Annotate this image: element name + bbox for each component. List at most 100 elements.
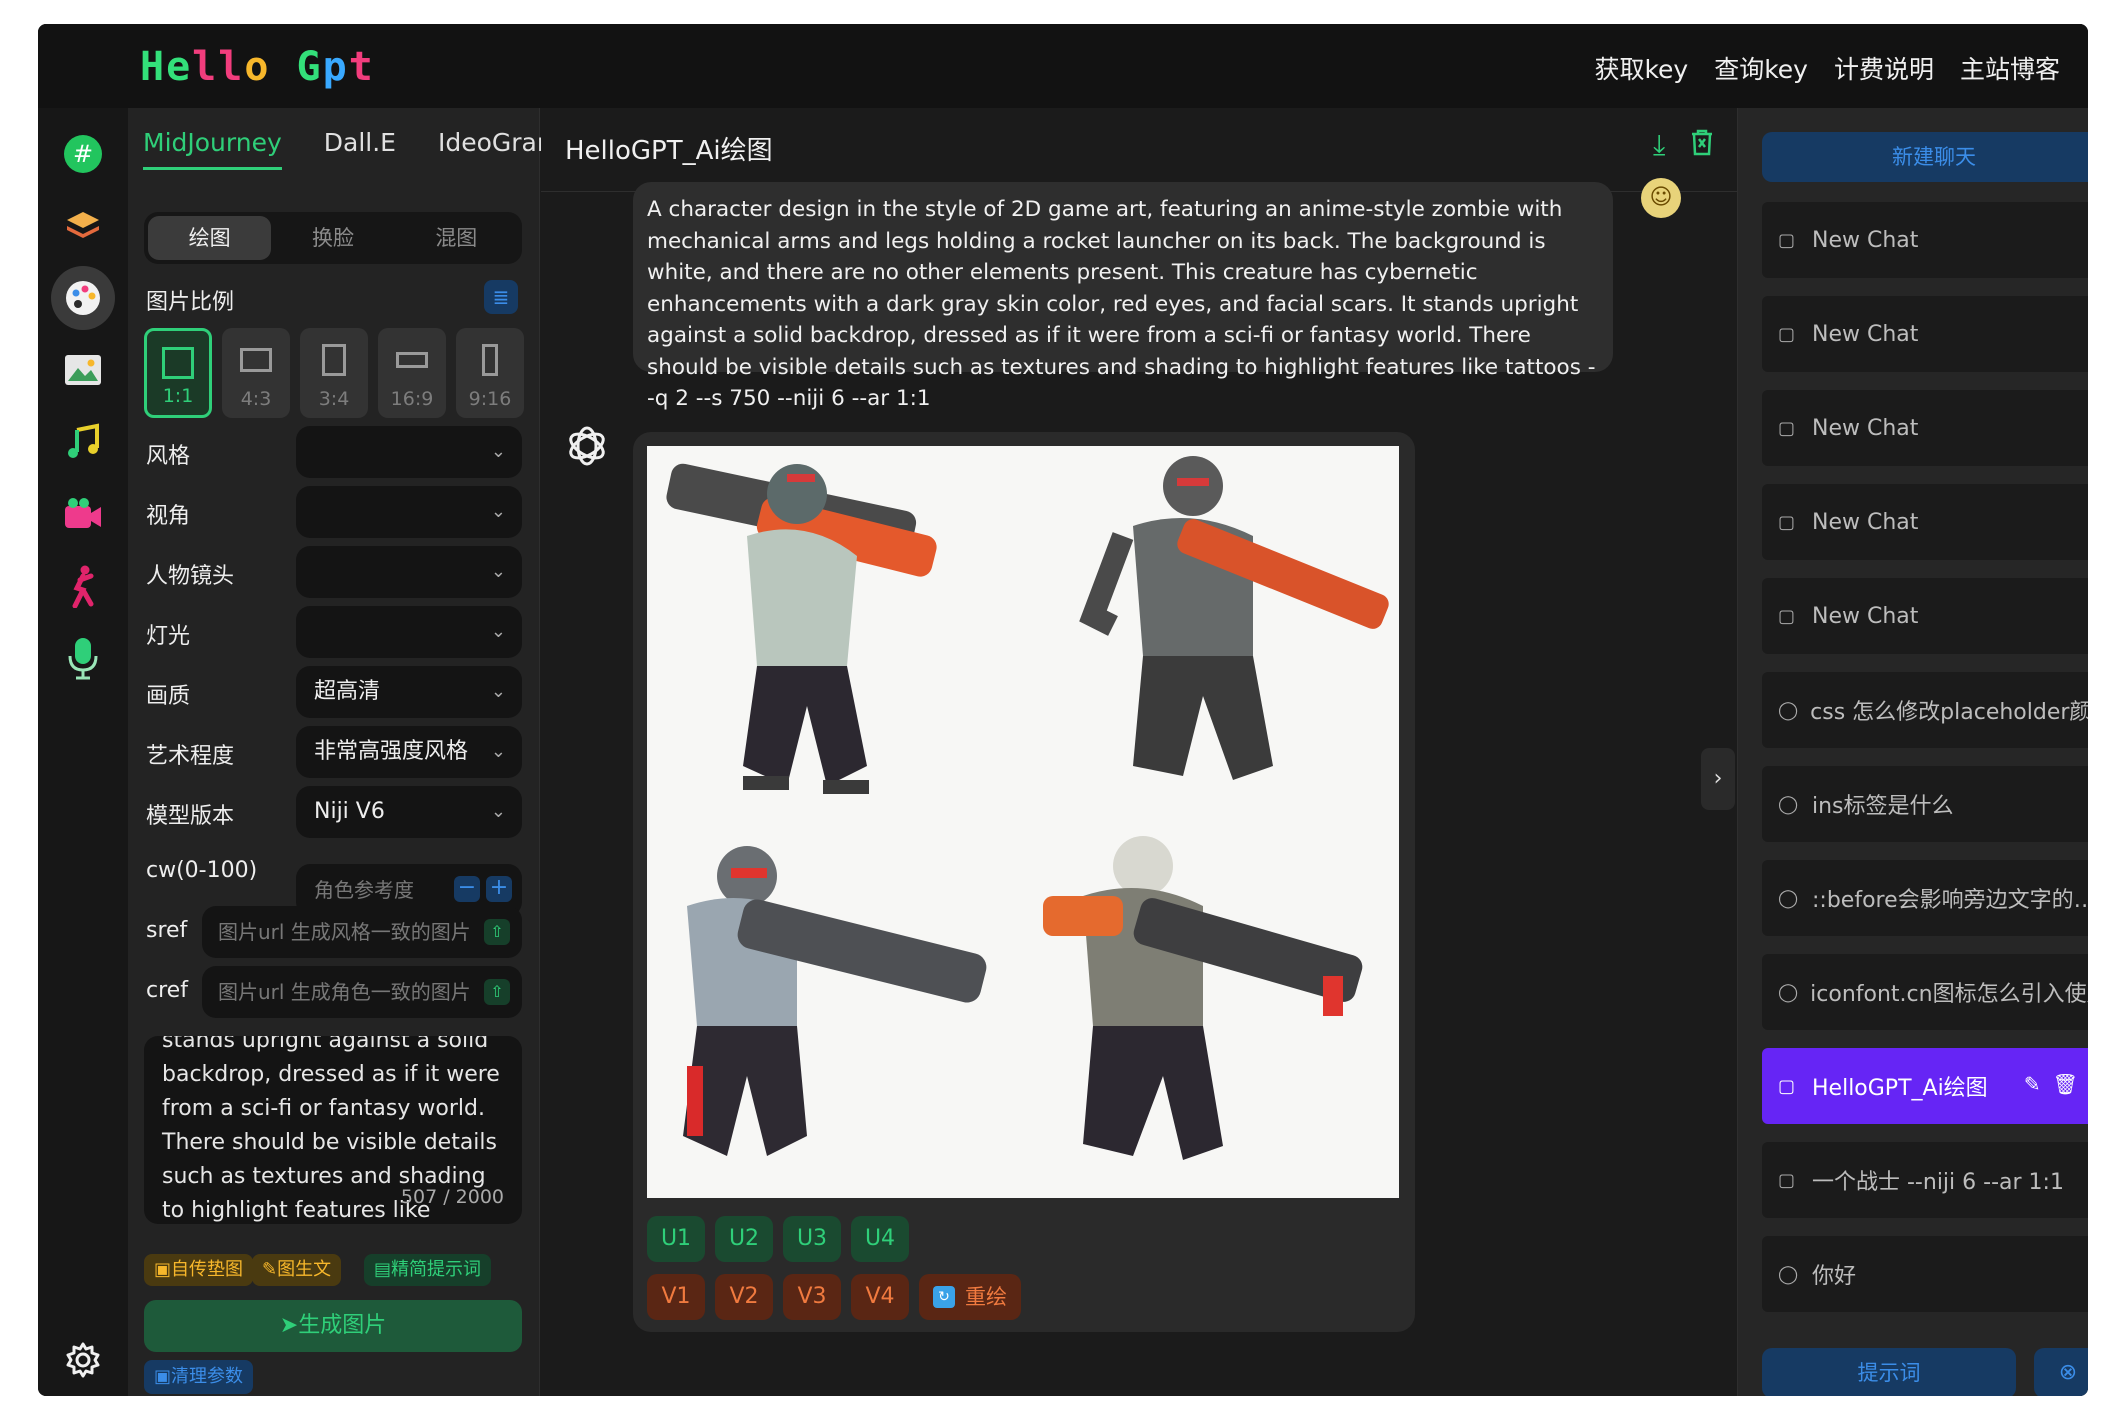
- light-select[interactable]: ⌄: [296, 606, 522, 658]
- chat-bubble-icon: ◯: [1778, 793, 1799, 815]
- image-to-text-button[interactable]: ✎图生文: [252, 1254, 342, 1286]
- ratio-4-3[interactable]: 4:3: [222, 328, 290, 418]
- mode-blend[interactable]: 混图: [395, 216, 518, 260]
- sref-label: sref: [146, 918, 188, 943]
- edit-icon[interactable]: ✎: [2024, 1072, 2053, 1096]
- chevron-down-icon: ⌄: [490, 801, 506, 822]
- chevron-right-icon[interactable]: ›: [1701, 748, 1735, 810]
- music-icon[interactable]: [51, 410, 115, 474]
- generated-image-4[interactable]: [1023, 826, 1399, 1206]
- sref-input[interactable]: 图片url 生成风格一致的图片 ⇧: [202, 906, 522, 958]
- chat-list-item[interactable]: ◯::before会影响旁边文字的…: [1762, 860, 2088, 936]
- prompt-hint-button[interactable]: 提示词: [1762, 1348, 2016, 1396]
- quality-select[interactable]: 超高清 ⌄: [296, 666, 522, 718]
- chat-list-item[interactable]: ▢ New Chat: [1762, 578, 2088, 654]
- download-icon[interactable]: ⤓: [1653, 128, 1665, 162]
- chat-list-item[interactable]: ▢ New Chat: [1762, 484, 2088, 560]
- version-select[interactable]: Niji V6 ⌄: [296, 786, 522, 838]
- art-select[interactable]: 非常高强度风格 ⌄: [296, 726, 522, 778]
- chat-header: HelloGPT_Ai绘图 ⤓: [541, 108, 1737, 192]
- u2-button[interactable]: U2: [715, 1216, 773, 1262]
- prompt-char-count: 507 / 2000: [400, 1186, 504, 1208]
- dancer-icon[interactable]: [51, 554, 115, 618]
- chat-list-item[interactable]: ▢ 一个战士 --niji 6 --ar 1:1: [1762, 1142, 2088, 1218]
- v1-button[interactable]: V1: [647, 1274, 705, 1320]
- generated-image-grid[interactable]: [647, 446, 1399, 1198]
- variation-buttons: V1 V2 V3 V4 ↻ 重绘: [647, 1274, 1021, 1320]
- simplify-prompt-button[interactable]: ▤精简提示词: [364, 1254, 492, 1286]
- upscale-buttons: U1 U2 U3 U4: [647, 1216, 909, 1262]
- upload-icon[interactable]: ⇧: [484, 919, 510, 945]
- v4-button[interactable]: V4: [851, 1274, 909, 1320]
- mode-draw[interactable]: 绘图: [148, 216, 272, 260]
- ratio-1-1[interactable]: 1:1: [144, 328, 212, 418]
- chat-list-item[interactable]: ▢ New Chat: [1762, 202, 2088, 278]
- ratio-label: 图片比例: [146, 290, 235, 315]
- ratio-9-16[interactable]: 9:16: [456, 328, 524, 418]
- generated-image-2[interactable]: [1023, 446, 1399, 826]
- view-select[interactable]: ⌄: [296, 486, 522, 538]
- nav-get-key[interactable]: 获取key: [1594, 50, 1688, 86]
- mode-faceswap[interactable]: 换脸: [271, 216, 394, 260]
- chat-list-item[interactable]: ◯ iconfont.cn图标怎么引入使用: [1762, 954, 2088, 1030]
- prompt-textarea[interactable]: stands upright against a solid backdrop,…: [144, 1036, 522, 1224]
- u1-button[interactable]: U1: [647, 1216, 705, 1262]
- new-chat-button[interactable]: 新建聊天: [1762, 132, 2088, 182]
- chat-box-icon: ▢: [1778, 417, 1796, 439]
- delete-icon[interactable]: [1689, 128, 1715, 163]
- redraw-button[interactable]: ↻ 重绘: [919, 1274, 1021, 1320]
- openai-icon: [565, 424, 609, 468]
- database-icon[interactable]: ≣: [484, 280, 518, 314]
- app-logo[interactable]: Hello Gpt: [140, 44, 375, 90]
- chat-list-item-active[interactable]: ▢ HelloGPT_Ai绘图 ✎🗑: [1762, 1048, 2088, 1124]
- edit-icon: ✎: [262, 1259, 278, 1280]
- send-icon: ➤: [279, 1313, 299, 1338]
- microphone-icon[interactable]: [51, 626, 115, 690]
- chat-list-item[interactable]: ◯ css 怎么修改placeholder颜…: [1762, 672, 2088, 748]
- chat-list-item[interactable]: ◯ ins标签是什么: [1762, 766, 2088, 842]
- tab-midjourney[interactable]: MidJourney: [143, 128, 282, 170]
- ratio-options: 1:1 4:3 3:4 16:9 9:16: [144, 328, 524, 418]
- video-icon[interactable]: [51, 482, 115, 546]
- nav-billing[interactable]: 计费说明: [1834, 50, 1934, 86]
- tab-dalle[interactable]: Dall.E: [324, 128, 396, 170]
- chevron-down-icon: ⌄: [490, 501, 506, 522]
- upload-reference-button[interactable]: ▣自传垫图: [144, 1254, 254, 1286]
- generated-image-1[interactable]: [647, 446, 1023, 826]
- cref-input[interactable]: 图片url 生成角色一致的图片 ⇧: [202, 966, 522, 1018]
- field-label-shot: 人物镜头: [146, 564, 235, 589]
- plus-button[interactable]: +: [486, 876, 512, 902]
- chat-list-item[interactable]: ▢ New Chat: [1762, 390, 2088, 466]
- trash-icon[interactable]: 🗑: [2053, 1072, 2088, 1096]
- nav-query-key[interactable]: 查询key: [1714, 50, 1808, 86]
- generate-image-button[interactable]: ➤生成图片: [144, 1300, 522, 1352]
- mode-segment: 绘图 换脸 混图: [144, 212, 522, 264]
- chat-list-item[interactable]: ◯ 你好: [1762, 1236, 2088, 1312]
- ratio-16-9[interactable]: 16:9: [378, 328, 446, 418]
- gear-icon[interactable]: [51, 1328, 115, 1392]
- v2-button[interactable]: V2: [715, 1274, 773, 1320]
- style-select[interactable]: ⌄: [296, 426, 522, 478]
- nav-blog[interactable]: 主站博客: [1960, 50, 2060, 86]
- settings-panel: MidJourney Dall.E IdeoGram 绘图 换脸 混图 图片比例…: [128, 108, 561, 1396]
- u4-button[interactable]: U4: [851, 1216, 909, 1262]
- upload-icon[interactable]: ⇧: [484, 979, 510, 1005]
- chat-list-item[interactable]: ▢ New Chat: [1762, 296, 2088, 372]
- layers-icon[interactable]: [51, 194, 115, 258]
- icon-rail: #: [38, 108, 128, 1396]
- palette-icon[interactable]: [51, 266, 115, 330]
- image-icon[interactable]: [51, 338, 115, 402]
- u3-button[interactable]: U3: [783, 1216, 841, 1262]
- hash-icon[interactable]: #: [51, 122, 115, 186]
- cref-label: cref: [146, 978, 188, 1003]
- ratio-3-4[interactable]: 3:4: [300, 328, 368, 418]
- minus-button[interactable]: −: [454, 876, 480, 902]
- chat-title: HelloGPT_Ai绘图: [565, 136, 773, 166]
- chat-list-panel: 新建聊天 ▢ New Chat ▢ New Chat ▢ New Chat ▢ New …: [1737, 108, 2088, 1396]
- close-circle-icon[interactable]: ⊗: [2034, 1348, 2088, 1396]
- clear-params-button[interactable]: ▣清理参数: [144, 1360, 254, 1394]
- generated-image-3[interactable]: [647, 826, 1023, 1206]
- v3-button[interactable]: V3: [783, 1274, 841, 1320]
- shot-select[interactable]: ⌄: [296, 546, 522, 598]
- chevron-down-icon: ⌄: [490, 621, 506, 642]
